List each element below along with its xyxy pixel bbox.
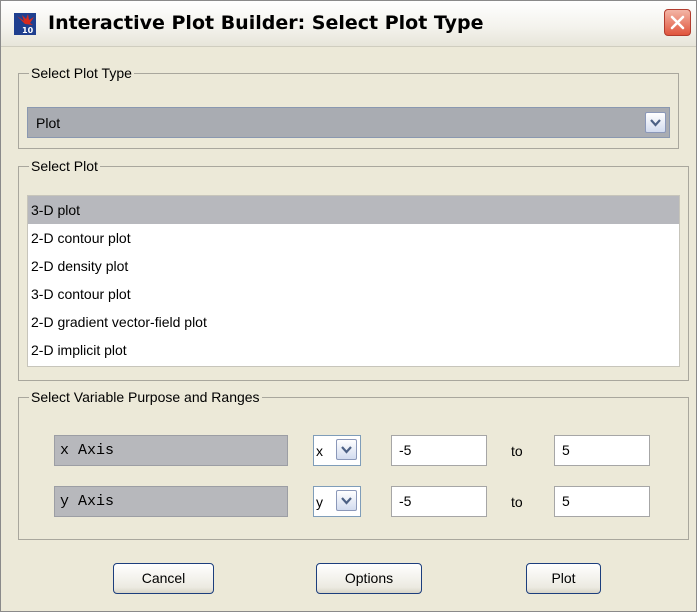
plot-list-item[interactable]: 3-D plot — [28, 196, 679, 224]
plot-type-dropdown-button[interactable] — [645, 112, 666, 133]
plot-type-legend: Select Plot Type — [29, 65, 134, 81]
plot-list-item[interactable]: 2-D implicit plot — [28, 336, 679, 364]
plot-list-item[interactable]: 2-D density plot — [28, 252, 679, 280]
y-variable-value: y — [316, 494, 323, 510]
plot-list[interactable]: 3-D plot 2-D contour plot 2-D density pl… — [27, 195, 680, 367]
plot-legend: Select Plot — [29, 158, 100, 174]
plot-type-dropdown[interactable]: Plot — [27, 107, 670, 138]
maple-icon: 10 — [14, 13, 36, 35]
chevron-down-icon — [650, 119, 661, 127]
x-variable-dropdown-button[interactable] — [336, 439, 357, 460]
plot-type-value: Plot — [36, 115, 61, 131]
y-variable-select[interactable]: y — [313, 486, 361, 517]
chevron-down-icon — [341, 497, 352, 505]
plot-list-item[interactable]: 2-D contour plot — [28, 224, 679, 252]
x-variable-value: x — [316, 443, 323, 459]
plot-group: Select Plot 3-D plot 2-D contour plot 2-… — [18, 158, 689, 381]
x-variable-select[interactable]: x — [313, 435, 361, 466]
y-variable-dropdown-button[interactable] — [336, 490, 357, 511]
title-bar[interactable]: 10 Interactive Plot Builder: Select Plot… — [1, 1, 696, 47]
x-axis-purpose: x Axis — [54, 435, 288, 466]
variables-group: Select Variable Purpose and Ranges x Axi… — [18, 389, 689, 540]
options-button[interactable]: Options — [316, 563, 422, 594]
plot-button[interactable]: Plot — [526, 563, 601, 594]
close-button[interactable] — [664, 9, 691, 36]
cancel-button[interactable]: Cancel — [113, 563, 214, 594]
plot-list-item[interactable]: 3-D contour plot — [28, 280, 679, 308]
plot-type-group: Select Plot Type Plot — [18, 65, 679, 149]
y-range-to-input[interactable]: 5 — [554, 486, 650, 517]
y-range-to-label: to — [511, 494, 523, 510]
x-range-to-input[interactable]: 5 — [554, 435, 650, 466]
y-axis-purpose: y Axis — [54, 486, 288, 517]
dialog-window: 10 Interactive Plot Builder: Select Plot… — [0, 0, 697, 612]
y-range-from-input[interactable]: -5 — [391, 486, 487, 517]
variables-legend: Select Variable Purpose and Ranges — [29, 389, 262, 405]
svg-text:10: 10 — [22, 26, 34, 35]
x-range-from-input[interactable]: -5 — [391, 435, 487, 466]
chevron-down-icon — [341, 446, 352, 454]
plot-list-item[interactable]: 2-D gradient vector-field plot — [28, 308, 679, 336]
close-icon — [670, 15, 685, 30]
x-range-to-label: to — [511, 443, 523, 459]
window-title: Interactive Plot Builder: Select Plot Ty… — [48, 12, 484, 34]
